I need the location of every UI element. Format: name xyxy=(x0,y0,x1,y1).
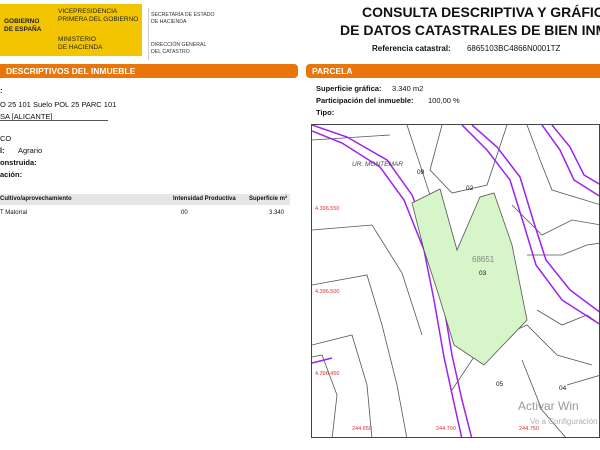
logo-gobierno-text: GOBIERNO DE ESPAÑA xyxy=(4,18,42,33)
government-logo: GOBIERNO DE ESPAÑA VICEPRESIDENCIA PRIME… xyxy=(0,4,300,60)
logo-secretaria-text: SECRETARÍA DE ESTADO DE HACIENDA xyxy=(151,12,215,25)
map-label-09: 09 xyxy=(417,169,425,176)
road-line-6 xyxy=(551,125,599,185)
map-label-04: 04 xyxy=(559,385,567,392)
cultivo-row-name: T Matorral xyxy=(0,210,28,216)
superficie-value: 3.340 m2 xyxy=(392,84,424,93)
participacion-value: 100,00 % xyxy=(428,96,460,105)
logo-yellow-block: GOBIERNO DE ESPAÑA VICEPRESIDENCIA PRIME… xyxy=(0,4,142,56)
section-bar-descriptivos: DESCRIPTIVOS DEL INMUEBLE xyxy=(0,64,298,78)
logo-secretaria-block: SECRETARÍA DE ESTADO DE HACIENDA DIRECCI… xyxy=(148,8,269,60)
location-line1: O 25 101 Suelo POL 25 PARC 101 xyxy=(0,100,117,109)
page-header: GOBIERNO DE ESPAÑA VICEPRESIDENCIA PRIME… xyxy=(0,0,600,62)
windows-activation-subtext: Ve a Configuración xyxy=(530,417,598,426)
construida-label: onstruida: xyxy=(0,158,37,167)
page-title-line1: CONSULTA DESCRIPTIVA Y GRÁFICA xyxy=(362,4,600,20)
road-line-7 xyxy=(312,357,333,364)
map-label-05: 05 xyxy=(496,381,504,388)
map-label-02: 02 xyxy=(466,185,474,192)
map-y-coord-2: 4.396.500 xyxy=(315,289,340,295)
logo-vicepresidencia-text: VICEPRESIDENCIA PRIMERA DEL GOBIERNO xyxy=(58,8,139,23)
map-parcel-num: 03 xyxy=(479,270,487,277)
cultivos-header-cultivo: Cultivo/aprovechamiento xyxy=(0,196,72,202)
construccion-label: ación: xyxy=(0,170,23,179)
map-graphic xyxy=(312,125,599,437)
cultivos-header-intensidad: Intensidad Productiva xyxy=(173,196,236,202)
ref-label: Referencia catastral: xyxy=(372,44,451,53)
map-y-coord-1: 4.396.550 xyxy=(315,206,340,212)
cadastral-map[interactable]: UR. MONTEMAR 68651 03 09 02 05 04 4.396.… xyxy=(311,124,600,438)
uso-value: Agrario xyxy=(18,146,43,155)
cultivos-header-superficie: Superficie m² xyxy=(249,196,288,202)
map-x-coord-3: 244.750 xyxy=(519,426,539,432)
location-underline xyxy=(0,120,108,121)
superficie-label: Superficie gráfica: xyxy=(316,84,382,93)
map-y-coord-3: 4.396.450 xyxy=(315,371,340,377)
windows-activation-watermark: Activar Win xyxy=(518,399,579,413)
map-x-coord-1: 244.650 xyxy=(352,426,372,432)
logo-direccion-text: DIRECCIÓN GENERAL DEL CATASTRO xyxy=(151,42,207,55)
uso-label: l: xyxy=(0,146,5,155)
logo-ministerio-text: MINISTERIO DE HACIENDA xyxy=(58,36,103,51)
localizacion-colon: : xyxy=(0,86,3,95)
map-area-label: UR. MONTEMAR xyxy=(352,161,403,168)
participacion-label: Participación del inmueble: xyxy=(316,96,414,105)
map-parcel-ref: 68651 xyxy=(472,255,495,264)
referencia-catastral: Referencia catastral: 6865103BC4866N0001… xyxy=(372,44,560,53)
section-bar-parcela: PARCELA xyxy=(306,64,600,78)
ref-value: 6865103BC4866N0001TZ xyxy=(466,44,561,53)
cultivo-row-superficie: 3.340 xyxy=(269,210,285,216)
map-x-coord-2: 244.700 xyxy=(436,426,456,432)
cultivo-row-intensidad: 00 xyxy=(181,210,188,216)
tipo-label: Tipo: xyxy=(316,108,335,117)
page-title-line2: DE DATOS CATASTRALES DE BIEN INMUE xyxy=(340,22,600,38)
clase-value: CO xyxy=(0,134,12,143)
